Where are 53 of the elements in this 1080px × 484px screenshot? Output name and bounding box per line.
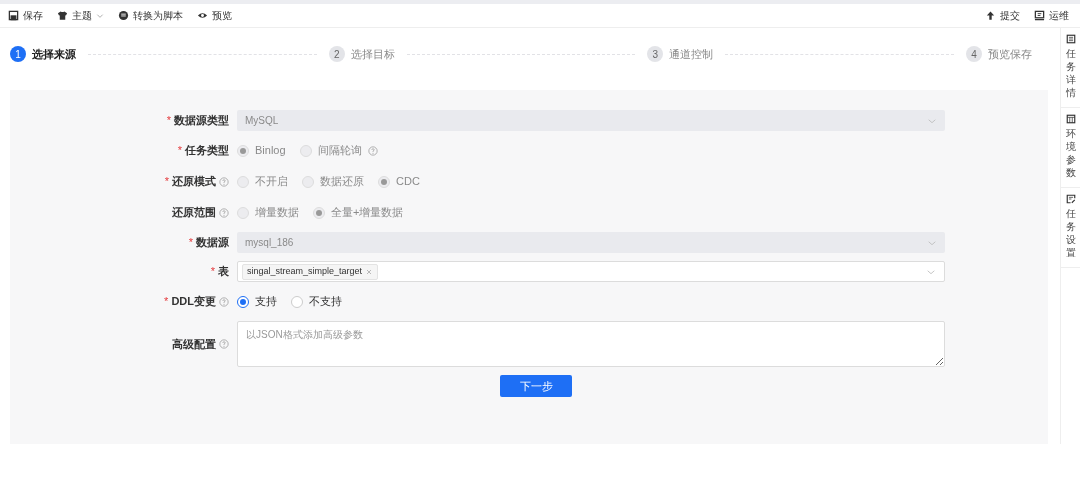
tag-select-field[interactable]: singal_stream_simple_target (237, 261, 945, 282)
step-number[interactable]: 4 (966, 46, 982, 62)
required-mark: * (210, 264, 215, 280)
step-number[interactable]: 2 (328, 46, 345, 62)
radio-option[interactable]: 支持 (237, 293, 277, 310)
script-icon (118, 10, 129, 21)
required-mark: * (188, 235, 193, 251)
toolbar-button[interactable]: 预览 (197, 8, 232, 23)
toolbar-button[interactable]: 主题 (57, 8, 104, 23)
help-icon (367, 145, 378, 156)
toolbar-button[interactable]: 运维 (1034, 8, 1069, 23)
field-label: 还原范围 (172, 205, 216, 221)
list-icon (1065, 34, 1076, 44)
required-mark: * (177, 143, 182, 159)
edit-icon (1065, 194, 1076, 204)
toolbar-button[interactable]: 提交 (985, 8, 1020, 23)
step-number[interactable]: 1 (10, 46, 26, 62)
field-label: 数据源 (196, 235, 229, 251)
required-mark: * (164, 294, 169, 310)
required-mark: * (164, 174, 169, 190)
select-value: MySQL (245, 114, 279, 128)
field-label: 数据源类型 (174, 113, 229, 129)
radio-button[interactable] (237, 295, 249, 308)
toolbar-button[interactable]: 保存 (8, 8, 43, 23)
step-number[interactable]: 3 (647, 46, 664, 62)
eye-icon (197, 10, 208, 21)
upload-icon (985, 10, 996, 21)
sidebar-tab[interactable]: 任务详情 (1061, 28, 1080, 108)
radio-option[interactable]: 不支持 (291, 293, 342, 310)
next-step-button[interactable]: 下一步 (500, 375, 572, 397)
close-icon[interactable] (365, 267, 374, 276)
sidebar-tab[interactable]: 环境参数 (1061, 108, 1080, 188)
required-mark: * (166, 113, 171, 129)
caret-icon (96, 11, 104, 20)
sidebar-tab[interactable]: 任务设置 (1061, 188, 1080, 268)
field-label: DDL变更 (171, 294, 216, 310)
step-label: 通道控制 (669, 46, 714, 62)
shirt-icon (57, 10, 68, 21)
toolbar-button[interactable]: 转换为脚本 (118, 8, 183, 23)
tag-chip: singal_stream_simple_target (242, 263, 379, 280)
monitor-icon (1034, 10, 1045, 21)
step-label: 选择来源 (32, 46, 76, 62)
field-label: 表 (218, 264, 229, 280)
radio-button[interactable] (291, 295, 303, 308)
config-textarea[interactable]: 以JSON格式添加高级参数 (237, 321, 945, 367)
step-label: 预览保存 (988, 46, 1032, 62)
save-icon (8, 10, 19, 21)
step-label: 选择目标 (350, 46, 395, 62)
grid-icon (1065, 114, 1076, 124)
select-value: mysql_186 (245, 236, 294, 250)
field-label: 任务类型 (185, 143, 229, 159)
field-label: 高级配置 (172, 336, 216, 352)
field-label: 还原模式 (172, 174, 216, 190)
